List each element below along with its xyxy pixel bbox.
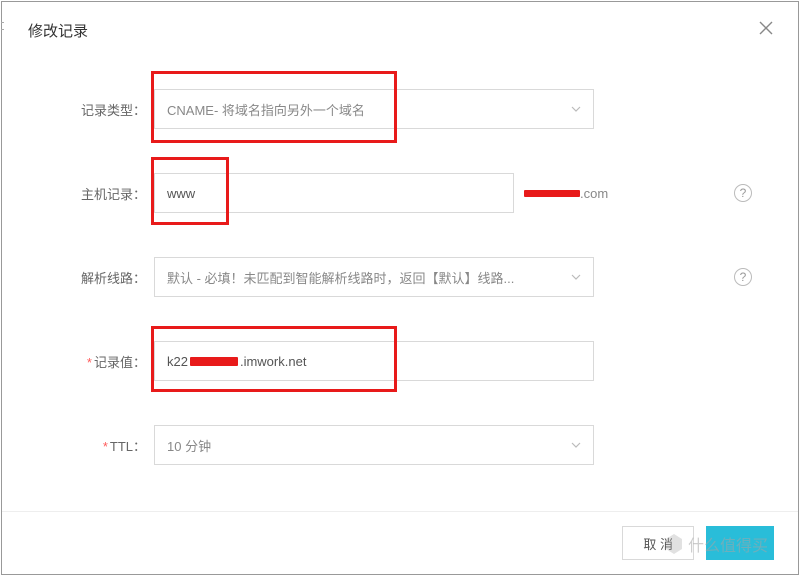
ttl-select[interactable]: 10 分钟 bbox=[154, 425, 594, 465]
chevron-down-icon bbox=[571, 274, 581, 280]
record-type-value: CNAME- 将域名指向另外一个域名 bbox=[167, 100, 365, 119]
help-icon[interactable]: ? bbox=[734, 184, 752, 202]
ttl-label: *TTL： bbox=[62, 436, 154, 455]
chevron-down-icon bbox=[571, 442, 581, 448]
dialog-footer: 取 消 bbox=[2, 511, 798, 574]
record-type-label: 记录类型： bbox=[62, 100, 154, 119]
confirm-button[interactable] bbox=[706, 526, 774, 560]
line-label: 解析线路： bbox=[62, 268, 154, 287]
record-type-select[interactable]: CNAME- 将域名指向另外一个域名 bbox=[154, 89, 594, 129]
host-record-value: www bbox=[167, 186, 195, 201]
cancel-button[interactable]: 取 消 bbox=[622, 526, 694, 560]
domain-suffix: .com bbox=[524, 186, 608, 201]
record-value-suffix: .imwork.net bbox=[240, 354, 306, 369]
record-value-input[interactable]: k22 .imwork.net bbox=[154, 341, 594, 381]
record-value-label: *记录值： bbox=[62, 352, 154, 371]
record-value-text: k22 bbox=[167, 354, 188, 369]
ttl-value: 10 分钟 bbox=[167, 436, 211, 455]
host-record-input[interactable]: www bbox=[154, 173, 514, 213]
help-icon[interactable]: ? bbox=[734, 268, 752, 286]
line-select[interactable]: 默认 - 必填！未匹配到智能解析线路时，返回【默认】线路... bbox=[154, 257, 594, 297]
close-icon[interactable] bbox=[758, 20, 774, 39]
chevron-down-icon bbox=[571, 106, 581, 112]
line-value: 默认 - 必填！未匹配到智能解析线路时，返回【默认】线路... bbox=[167, 268, 514, 287]
form: 记录类型： CNAME- 将域名指向另外一个域名 主机记录： www bbox=[2, 59, 798, 465]
dialog-title: 修改记录 bbox=[2, 2, 798, 59]
host-record-label: 主机记录： bbox=[62, 184, 154, 203]
